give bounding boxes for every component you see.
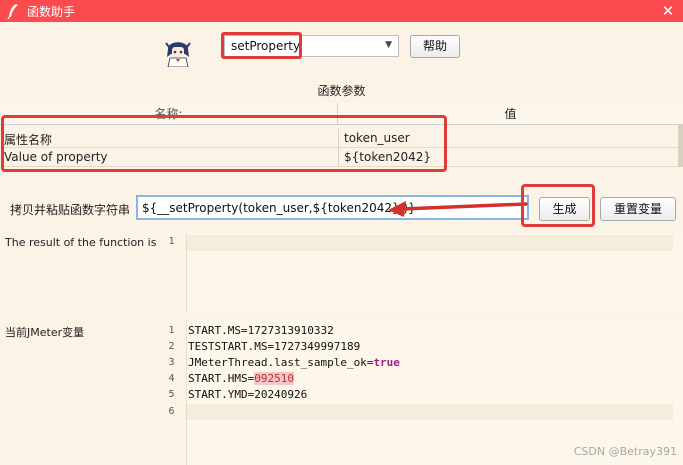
window-title: 函数助手: [27, 5, 76, 19]
line-number: 5: [168, 389, 175, 400]
var-value: 20240926: [254, 388, 308, 401]
var-value: 1727349997189: [274, 340, 361, 353]
line-number: 6: [168, 406, 175, 417]
line-number: 1: [168, 236, 175, 247]
vars-gutter: 1 2 3 4 5 6: [157, 320, 186, 452]
chevron-down-icon[interactable]: ▼: [385, 40, 392, 50]
highlight-box-function: [221, 32, 302, 59]
title-bar: 函数助手 ✕: [0, 0, 683, 22]
params-section-label: 函数参数: [317, 84, 366, 98]
watermark: CSDN @Betray391: [573, 445, 677, 458]
var-key: START.HMS=: [188, 372, 255, 385]
var-key: START.MS=: [188, 324, 248, 337]
highlight-box-params: [1, 115, 447, 172]
code-line: START.MS=1727313910332: [188, 324, 334, 337]
code-line: TESTSTART.MS=1727349997189: [188, 340, 360, 353]
table-scrollbar[interactable]: [678, 125, 683, 167]
close-icon[interactable]: ✕: [659, 0, 677, 22]
var-value: 1727313910332: [247, 324, 334, 337]
code-line: START.YMD=20240926: [188, 388, 307, 401]
current-line: [187, 235, 673, 251]
current-line: [187, 404, 673, 420]
help-button[interactable]: 帮助: [410, 35, 460, 58]
var-value: 092510: [254, 372, 294, 385]
reset-variables-button[interactable]: 重置变量: [600, 197, 676, 221]
code-line: JMeterThread.last_sample_ok=true: [188, 356, 400, 369]
avatar-icon: [165, 42, 191, 67]
var-key: JMeterThread.last_sample_ok=: [188, 356, 374, 369]
code-line: START.HMS=092510: [188, 372, 294, 385]
result-text-area[interactable]: [186, 233, 683, 313]
line-number: 1: [168, 325, 175, 336]
result-label: The result of the function is: [5, 236, 157, 249]
line-number: 3: [168, 357, 175, 368]
vars-label: 当前JMeter变量: [5, 326, 85, 339]
copy-label: 拷贝并粘贴函数字符串: [10, 203, 131, 217]
var-value: true: [373, 356, 400, 369]
line-number: 4: [168, 373, 175, 384]
arrow-left-icon: [388, 201, 528, 217]
result-gutter: 1: [157, 233, 186, 313]
vars-text-area[interactable]: START.MS=1727313910332 TESTSTART.MS=1727…: [186, 320, 683, 465]
function-string-value: ${__setProperty(token_user,${token2042},…: [142, 201, 416, 215]
var-key: START.YMD=: [188, 388, 255, 401]
var-key: TESTSTART.MS=: [188, 340, 275, 353]
feather-icon: [7, 4, 18, 19]
highlight-box-generate: [521, 184, 595, 227]
line-number: 2: [168, 341, 175, 352]
